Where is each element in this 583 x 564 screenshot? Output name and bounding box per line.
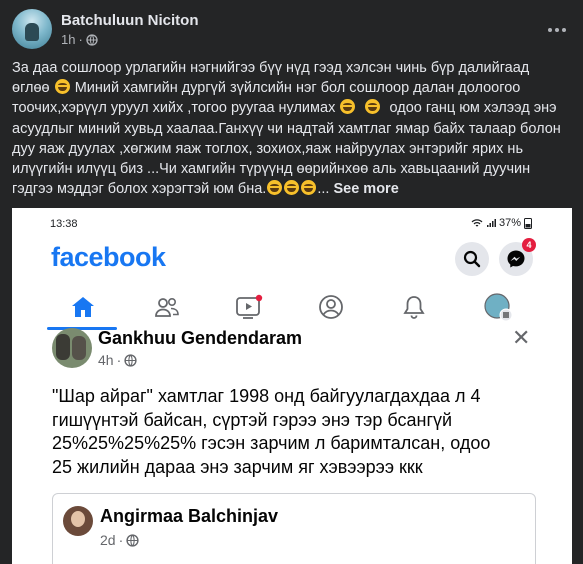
- facebook-logo: facebook: [51, 242, 166, 272]
- inner-post-text-line: гишүүнтэй байсан, сүртэй гэрээ энэ тэр б…: [52, 409, 453, 430]
- globe-icon: [124, 353, 137, 367]
- post-text-line: гэдгээ мэддэг болох хэрэгтэй юм бна.... …: [12, 180, 399, 198]
- more-options-icon[interactable]: [542, 15, 572, 45]
- home-icon: [72, 297, 94, 317]
- tab-home[interactable]: [68, 292, 98, 322]
- friends-icon: [155, 297, 179, 317]
- inner-post-text-line: 25 жилийн дараа энэ зарчим яг хэвээрээ к…: [52, 456, 423, 477]
- bell-icon: [403, 296, 425, 319]
- status-time: 13:38: [50, 218, 78, 230]
- status-icons: 37%: [471, 217, 532, 229]
- profile-icon: [319, 295, 343, 319]
- shared-post-time: 2d: [100, 532, 116, 548]
- inner-post-avatar: [52, 328, 92, 368]
- inner-post-time: 4h: [98, 352, 114, 368]
- laughing-emoji-icon: [267, 180, 283, 196]
- globe-icon: [126, 533, 139, 547]
- search-button[interactable]: [455, 242, 489, 276]
- laughing-emoji-icon: [340, 99, 356, 115]
- messenger-badge: 4: [522, 238, 536, 252]
- shared-post-card: Angirmaa Balchinjav 2d ·: [52, 493, 536, 564]
- laughing-emoji-icon: [365, 99, 381, 115]
- attached-screenshot-image[interactable]: 13:38 37% facebook 4 Gankhuu Gendendaram…: [12, 208, 572, 564]
- shared-post-meta: 2d ·: [100, 532, 139, 548]
- laughing-emoji-icon: [284, 180, 300, 196]
- post-time[interactable]: 1h: [61, 32, 75, 47]
- see-more-link[interactable]: See more: [333, 181, 398, 197]
- messenger-button[interactable]: 4: [499, 238, 536, 276]
- tab-video[interactable]: [234, 292, 264, 322]
- inner-post-text-line: 25%25%25%25% гэсэн зарчим л баримталсан,…: [52, 433, 491, 453]
- inner-post-text-line: "Шар айраг" хамтлаг 1998 онд байгуулагда…: [52, 386, 481, 406]
- post-meta: 1h ·: [61, 32, 98, 47]
- post-text-line: дуу яаж дуулах ,хөгжим яаж тоглох, зохио…: [12, 140, 523, 157]
- author-avatar[interactable]: [12, 9, 52, 49]
- wifi-icon: [471, 219, 483, 227]
- laughing-emoji-icon: [54, 79, 70, 95]
- post-text-line: өглөө Миний хамгийн дургүй зүйлсийн нэг …: [12, 79, 521, 97]
- tab-menu[interactable]: [483, 292, 513, 322]
- post-text: За даа сошлоор урлагийн нэгнийгээ бүү нү…: [12, 58, 572, 199]
- tab-friends[interactable]: [152, 292, 182, 322]
- signal-icon: [486, 219, 496, 227]
- post-author-name[interactable]: Batchuluun Niciton: [61, 12, 199, 29]
- post-header: Batchuluun Niciton 1h ·: [12, 9, 577, 53]
- tab-bar: [12, 286, 572, 330]
- battery-icon: [524, 218, 532, 229]
- tab-profile[interactable]: [316, 292, 346, 322]
- video-icon: [236, 294, 263, 319]
- post-text-line: За даа сошлоор урлагийн нэгнийгээ бүү нү…: [12, 60, 530, 76]
- messenger-icon: [507, 250, 525, 268]
- post-text-line: илүүгийн илүүц биз ...Чи хамгийн түрүүнд…: [12, 161, 531, 178]
- post-text-line: асуудлыг миний хувьд хаалаа.Ганхүү чи на…: [12, 120, 561, 137]
- inner-post-meta: 4h ·: [98, 352, 137, 368]
- shared-post-author: Angirmaa Balchinjav: [100, 506, 279, 526]
- globe-icon: [86, 33, 98, 46]
- battery-percent: 37%: [498, 217, 521, 229]
- inner-post-text: "Шар айраг" хамтлаг 1998 онд байгуулагда…: [52, 385, 552, 479]
- menu-avatar-icon: [484, 293, 513, 322]
- search-icon: [463, 250, 481, 268]
- laughing-emoji-icon: [301, 180, 317, 196]
- close-icon: ✕: [512, 325, 531, 350]
- shared-post-avatar: [63, 506, 93, 536]
- inner-post-author: Gankhuu Gendendaram: [98, 328, 303, 348]
- post-text-line: тоочих,хэрүүл уруул хийх ,тогоо руугаа н…: [12, 99, 557, 117]
- tab-notifications[interactable]: [399, 292, 429, 322]
